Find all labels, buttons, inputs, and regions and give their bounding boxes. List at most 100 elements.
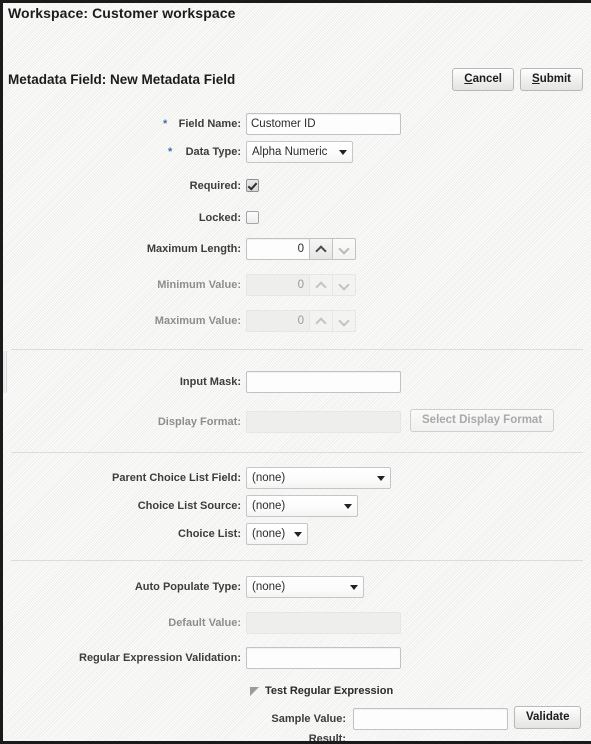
row-data-type: * Data Type: Alpha Numeric [3, 141, 591, 163]
maximum-length-input[interactable]: 0 [246, 238, 310, 260]
display-format-input [246, 411, 401, 433]
minimum-value-decrement-button [333, 274, 356, 296]
section-divider-1 [11, 349, 583, 350]
default-value-control [246, 612, 401, 634]
row-display-format: Display Format: Select Display Format [3, 409, 591, 433]
minimum-value-increment-button [310, 274, 333, 296]
chevron-down-icon [338, 243, 350, 255]
chevron-down-icon [338, 279, 350, 291]
chevron-down-icon [344, 504, 352, 509]
chevron-down-icon [339, 150, 347, 155]
section-divider-3 [11, 560, 583, 561]
row-maximum-length: Maximum Length: 0 [3, 238, 591, 260]
row-minimum-value: Minimum Value: 0 [3, 274, 591, 296]
input-mask-control [246, 371, 401, 393]
maximum-value-decrement-button [333, 310, 356, 332]
auto-populate-type-value: (none) [252, 581, 286, 593]
row-field-name: * Field Name: Customer ID [3, 113, 591, 135]
maximum-value-input: 0 [246, 310, 310, 332]
row-locked: Locked: [3, 207, 591, 229]
submit-accesskey: S [532, 73, 540, 85]
maximum-value-label: Maximum Value: [154, 315, 241, 327]
auto-populate-type-label: Auto Populate Type: [134, 581, 241, 593]
chevron-up-icon [315, 245, 327, 257]
row-result: Result: [3, 728, 591, 744]
row-choice-list: Choice List: (none) [3, 523, 591, 545]
maximum-value-increment-button [310, 310, 333, 332]
choice-list-source-control: (none) [246, 495, 358, 517]
field-name-input[interactable]: Customer ID [246, 113, 401, 135]
parent-choice-list-field-value: (none) [252, 472, 286, 484]
page-title: Metadata Field: New Metadata Field [8, 72, 236, 87]
submit-label-rest: ubmit [539, 73, 571, 85]
locked-label: Locked: [198, 212, 241, 224]
cancel-button[interactable]: Cancel [452, 68, 515, 91]
row-maximum-value: Maximum Value: 0 [3, 310, 591, 332]
workspace-title: Workspace: Customer workspace [8, 5, 236, 21]
field-name-label: Field Name: [178, 118, 241, 130]
choice-list-value: (none) [252, 528, 286, 540]
section-divider-2 [11, 452, 583, 453]
submit-button[interactable]: Submit [520, 68, 583, 91]
choice-list-select[interactable]: (none) [246, 523, 308, 545]
regular-expression-validation-control [246, 647, 401, 669]
field-name-control: Customer ID [246, 113, 401, 135]
maximum-length-increment-button[interactable] [310, 238, 333, 260]
locked-checkbox[interactable] [246, 211, 259, 224]
input-mask-label: Input Mask: [179, 376, 241, 388]
row-parent-choice-list-field: Parent Choice List Field: (none) [3, 467, 591, 489]
result-label: Result: [308, 733, 346, 744]
minimum-value-control: 0 [246, 274, 356, 296]
maximum-length-stepper[interactable]: 0 [246, 238, 356, 260]
cancel-accesskey: C [464, 73, 473, 85]
parent-choice-list-field-select[interactable]: (none) [246, 467, 391, 489]
regular-expression-validation-label: Regular Expression Validation: [79, 652, 241, 664]
chevron-up-icon [315, 317, 327, 329]
data-type-select[interactable]: Alpha Numeric [246, 141, 353, 163]
row-required: Required: [3, 175, 591, 197]
validate-button[interactable]: Validate [514, 706, 582, 729]
input-mask-input[interactable] [246, 371, 401, 393]
choice-list-source-select[interactable]: (none) [246, 495, 358, 517]
test-regular-expression-label: Test Regular Expression [265, 685, 394, 697]
display-format-control [246, 411, 401, 433]
row-auto-populate-type: Auto Populate Type: (none) [3, 576, 591, 598]
auto-populate-type-select[interactable]: (none) [246, 576, 364, 598]
test-regular-expression-disclosure[interactable]: Test Regular Expression [250, 685, 393, 697]
default-value-input [246, 612, 401, 634]
sample-value-input[interactable] [353, 708, 508, 730]
parent-choice-list-field-label: Parent Choice List Field: [112, 472, 241, 484]
data-type-value: Alpha Numeric [252, 146, 328, 158]
parent-choice-list-field-control: (none) [246, 467, 391, 489]
chevron-down-icon [338, 315, 350, 327]
row-default-value: Default Value: [3, 612, 591, 634]
validate-control: Validate [514, 706, 582, 729]
minimum-value-input: 0 [246, 274, 310, 296]
row-input-mask: Input Mask: [3, 371, 591, 393]
chevron-down-icon [377, 476, 385, 481]
header-button-bar: Cancel Submit [452, 68, 583, 91]
form-header: Metadata Field: New Metadata Field Cance… [3, 65, 591, 99]
minimum-value-stepper: 0 [246, 274, 356, 296]
maximum-value-stepper: 0 [246, 310, 356, 332]
select-display-format-control: Select Display Format [410, 409, 555, 432]
data-type-control: Alpha Numeric [246, 141, 353, 163]
row-choice-list-source: Choice List Source: (none) [3, 495, 591, 517]
cancel-label-rest: ancel [472, 73, 503, 85]
auto-populate-type-control: (none) [246, 576, 364, 598]
locked-control [246, 207, 259, 224]
metadata-field-page: Workspace: Customer workspace Metadata F… [0, 0, 591, 744]
select-display-format-button: Select Display Format [410, 409, 555, 432]
required-checkbox[interactable] [246, 179, 259, 192]
sample-value-control [353, 708, 508, 730]
maximum-length-decrement-button[interactable] [333, 238, 356, 260]
row-sample-value: Sample Value: Validate [3, 706, 591, 730]
maximum-length-control: 0 [246, 238, 356, 260]
choice-list-label: Choice List: [178, 528, 241, 540]
chevron-up-icon [315, 281, 327, 293]
default-value-label: Default Value: [168, 617, 241, 629]
choice-list-control: (none) [246, 523, 308, 545]
triangle-collapse-icon[interactable] [250, 686, 259, 696]
regular-expression-validation-input[interactable] [246, 647, 401, 669]
maximum-value-control: 0 [246, 310, 356, 332]
